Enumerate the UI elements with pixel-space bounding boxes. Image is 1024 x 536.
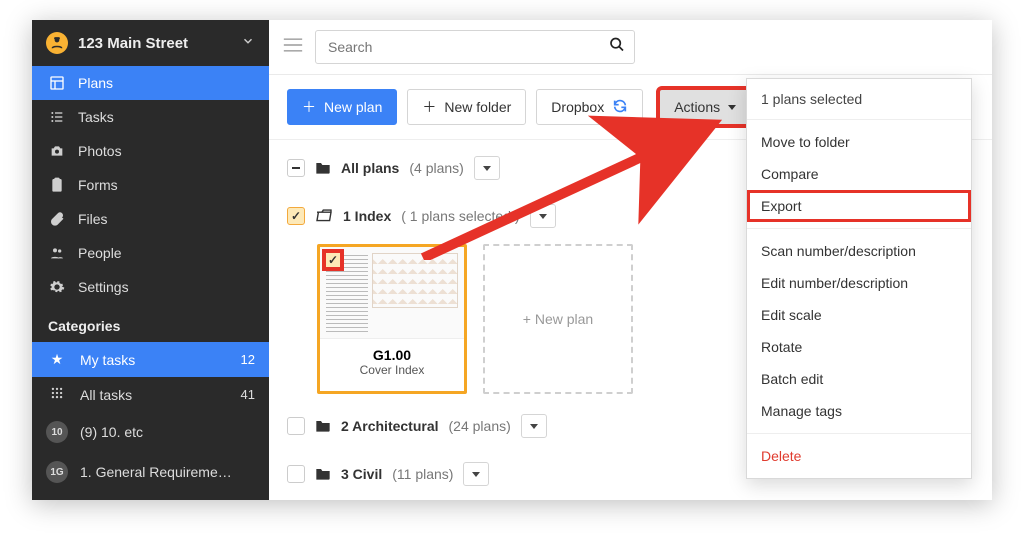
star-icon: ★ bbox=[46, 351, 68, 368]
chevron-down-icon bbox=[241, 34, 255, 53]
folder-icon bbox=[315, 418, 331, 435]
camera-icon bbox=[48, 143, 66, 159]
menu-item-delete[interactable]: Delete bbox=[747, 440, 971, 472]
sidebar-item-label: Settings bbox=[78, 279, 129, 295]
button-label: New folder bbox=[444, 99, 511, 115]
category-general-req[interactable]: 1G 1. General Requireme… bbox=[32, 452, 269, 492]
sidebar-nav: Plans Tasks Photos Forms bbox=[32, 66, 269, 304]
sidebar: 123 Main Street Plans Tasks bbox=[32, 20, 269, 500]
project-title: 123 Main Street bbox=[78, 35, 231, 52]
sidebar-item-plans[interactable]: Plans bbox=[32, 66, 269, 100]
checkbox-indeterminate[interactable] bbox=[287, 159, 305, 177]
menu-item-batch-edit[interactable]: Batch edit bbox=[747, 363, 971, 395]
folder-icon bbox=[315, 160, 331, 177]
sidebar-item-tasks[interactable]: Tasks bbox=[32, 100, 269, 134]
grid-icon bbox=[46, 386, 68, 403]
search-input[interactable] bbox=[315, 30, 635, 64]
folder-subtext: (11 plans) bbox=[392, 466, 453, 482]
menu-item-rotate[interactable]: Rotate bbox=[747, 331, 971, 363]
menu-item-scan-number[interactable]: Scan number/description bbox=[747, 235, 971, 267]
main-area: ＋ New plan ＋ New folder Dropbox Actions bbox=[269, 20, 992, 500]
new-folder-button[interactable]: ＋ New folder bbox=[407, 89, 526, 125]
sidebar-item-people[interactable]: People bbox=[32, 236, 269, 270]
plan-card-meta: G1.00 Cover Index bbox=[320, 339, 464, 387]
sidebar-item-files[interactable]: Files bbox=[32, 202, 269, 236]
caret-down-icon bbox=[728, 105, 736, 110]
paperclip-icon bbox=[48, 211, 66, 227]
checkbox-checked[interactable] bbox=[287, 207, 305, 225]
folder-subtext: ( 1 plans selected ) bbox=[401, 208, 519, 224]
sidebar-item-forms[interactable]: Forms bbox=[32, 168, 269, 202]
search-icon bbox=[609, 37, 625, 58]
menu-item-manage-tags[interactable]: Manage tags bbox=[747, 395, 971, 427]
clipboard-icon bbox=[48, 177, 66, 193]
category-count: 12 bbox=[241, 352, 255, 367]
plan-title: Cover Index bbox=[324, 363, 460, 377]
menu-item-edit-scale[interactable]: Edit scale bbox=[747, 299, 971, 331]
folder-dropdown[interactable] bbox=[521, 414, 547, 438]
people-icon bbox=[48, 245, 66, 261]
actions-menu: 1 plans selected Move to folder Compare … bbox=[746, 78, 972, 479]
category-label: 1. General Requireme… bbox=[80, 464, 232, 480]
category-label: My tasks bbox=[80, 352, 135, 368]
project-switcher[interactable]: 123 Main Street bbox=[32, 20, 269, 66]
sidebar-item-settings[interactable]: Settings bbox=[32, 270, 269, 304]
button-label: New plan bbox=[324, 99, 382, 115]
category-count: 41 bbox=[241, 387, 255, 402]
blueprint-icon bbox=[48, 75, 66, 91]
menu-item-export[interactable]: Export bbox=[747, 190, 971, 222]
folder-name: All plans bbox=[341, 160, 399, 176]
sidebar-item-label: Files bbox=[78, 211, 108, 227]
category-pill: 1G bbox=[46, 461, 68, 483]
folder-subtext: (24 plans) bbox=[449, 418, 511, 434]
folder-dropdown[interactable] bbox=[530, 204, 556, 228]
sidebar-section-categories: Categories bbox=[32, 304, 269, 342]
gear-icon bbox=[48, 279, 66, 295]
sidebar-item-label: People bbox=[78, 245, 122, 261]
category-pill: 10 bbox=[46, 421, 68, 443]
folder-open-icon bbox=[315, 208, 333, 225]
new-plan-button[interactable]: ＋ New plan bbox=[287, 89, 397, 125]
actions-button[interactable]: Actions bbox=[659, 89, 751, 125]
checkbox-empty[interactable] bbox=[287, 417, 305, 435]
sidebar-item-photos[interactable]: Photos bbox=[32, 134, 269, 168]
list-icon bbox=[48, 109, 66, 125]
sidebar-item-label: Plans bbox=[78, 75, 113, 91]
folder-name: 1 Index bbox=[343, 208, 391, 224]
sidebar-item-label: Forms bbox=[78, 177, 118, 193]
folder-name: 3 Civil bbox=[341, 466, 382, 482]
sidebar-item-label: Tasks bbox=[78, 109, 114, 125]
new-plan-card[interactable]: + New plan bbox=[483, 244, 633, 394]
menu-item-compare[interactable]: Compare bbox=[747, 158, 971, 190]
button-label: Actions bbox=[674, 99, 720, 115]
folder-name: 2 Architectural bbox=[341, 418, 439, 434]
category-10-etc[interactable]: 10 (9) 10. etc bbox=[32, 412, 269, 452]
dropbox-button[interactable]: Dropbox bbox=[536, 89, 643, 125]
category-label: (9) 10. etc bbox=[80, 424, 143, 440]
plan-card-checkbox[interactable]: ✓ bbox=[322, 249, 344, 271]
topbar bbox=[269, 20, 992, 75]
new-plan-card-label: + New plan bbox=[523, 311, 593, 327]
button-label: Dropbox bbox=[551, 99, 604, 115]
checkbox-empty[interactable] bbox=[287, 465, 305, 483]
sidebar-item-label: Photos bbox=[78, 143, 122, 159]
plus-icon: ＋ bbox=[302, 97, 316, 117]
category-my-tasks[interactable]: ★ My tasks 12 bbox=[32, 342, 269, 377]
folder-dropdown[interactable] bbox=[463, 462, 489, 486]
plan-number: G1.00 bbox=[324, 347, 460, 363]
hamburger-icon[interactable] bbox=[283, 37, 303, 58]
plus-icon: ＋ bbox=[422, 97, 436, 117]
category-all-tasks[interactable]: All tasks 41 bbox=[32, 377, 269, 412]
actions-menu-header: 1 plans selected bbox=[747, 79, 971, 119]
category-label: All tasks bbox=[80, 387, 132, 403]
plan-card[interactable]: ✓ G1.00 Cover Index bbox=[317, 244, 467, 394]
sync-icon bbox=[612, 98, 628, 117]
folder-icon bbox=[315, 466, 331, 483]
menu-item-edit-number[interactable]: Edit number/description bbox=[747, 267, 971, 299]
folder-dropdown[interactable] bbox=[474, 156, 500, 180]
search-field bbox=[315, 30, 635, 64]
folder-subtext: (4 plans) bbox=[409, 160, 463, 176]
app-logo-icon bbox=[46, 32, 68, 54]
menu-item-move-to-folder[interactable]: Move to folder bbox=[747, 126, 971, 158]
